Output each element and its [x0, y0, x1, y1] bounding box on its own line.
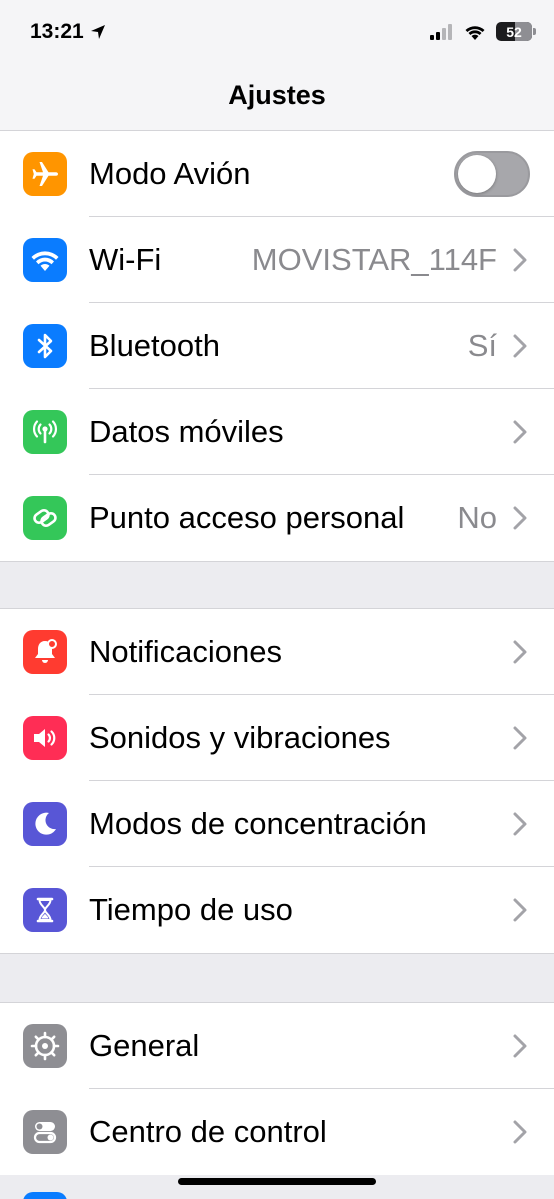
settings-row-label: Centro de control	[89, 1114, 327, 1149]
navigation-bar: Ajustes	[0, 68, 554, 131]
bluetooth-icon	[23, 324, 67, 368]
page-title: Ajustes	[228, 80, 326, 110]
settings-row-general[interactable]: General	[0, 1003, 554, 1089]
settings-row-label: Modo Avión	[89, 156, 251, 191]
chevron-right-icon	[513, 726, 527, 750]
settings-row-airplane[interactable]: Modo Avión	[0, 131, 554, 217]
status-time: 13:21	[30, 20, 84, 43]
settings-row-mobile-data[interactable]: Datos móviles	[0, 389, 554, 475]
moon-icon	[23, 802, 67, 846]
wifi-icon	[23, 238, 67, 282]
wifi-status-icon	[465, 25, 485, 40]
toggle-knob	[458, 155, 496, 193]
settings-row-wifi[interactable]: Wi-Fi MOVISTAR_114F	[0, 217, 554, 303]
gear-icon	[23, 1024, 67, 1068]
settings-row-label: Tiempo de uso	[89, 892, 293, 927]
settings-row-label: General	[89, 1028, 200, 1063]
chevron-right-icon	[513, 898, 527, 922]
bluetooth-value: Sí	[467, 328, 497, 363]
switches-icon	[23, 1110, 67, 1154]
status-bar: 13:21 52	[0, 0, 554, 68]
settings-row-hotspot[interactable]: Punto acceso personal No	[0, 475, 554, 561]
chevron-right-icon	[513, 334, 527, 358]
antenna-icon	[23, 410, 67, 454]
hotspot-value: No	[457, 500, 497, 535]
hotspot-link-icon	[23, 496, 67, 540]
hourglass-icon	[23, 888, 67, 932]
settings-row-notifications[interactable]: Notificaciones	[0, 609, 554, 695]
home-indicator[interactable]	[178, 1178, 376, 1185]
settings-row-screen-time[interactable]: Tiempo de uso	[0, 867, 554, 953]
settings-screen: 13:21 52 Ajustes Modo Avión Wi-Fi MOVIST…	[0, 0, 554, 1199]
cellular-signal-icon	[430, 23, 452, 40]
status-right: 52	[430, 22, 536, 41]
settings-row-control-center[interactable]: Centro de control	[0, 1089, 554, 1175]
connectivity-group: Modo Avión Wi-Fi MOVISTAR_114F Bluetooth…	[0, 130, 554, 562]
settings-row-label: Datos móviles	[89, 414, 284, 449]
settings-row-label: Punto acceso personal	[89, 500, 405, 535]
settings-row-label: Wi-Fi	[89, 242, 162, 277]
settings-row-label: Modos de concentración	[89, 806, 427, 841]
chevron-right-icon	[513, 1034, 527, 1058]
battery-percentage: 52	[506, 23, 522, 40]
settings-row-focus[interactable]: Modos de concentración	[0, 781, 554, 867]
wifi-network-value: MOVISTAR_114F	[251, 242, 497, 277]
chevron-right-icon	[513, 640, 527, 664]
battery-indicator: 52	[496, 22, 536, 41]
chevron-right-icon	[513, 1120, 527, 1144]
general-group: General Centro de control	[0, 1002, 554, 1175]
speaker-icon	[23, 716, 67, 760]
partially-visible-icon	[23, 1192, 67, 1199]
settings-row-label: Sonidos y vibraciones	[89, 720, 391, 755]
chevron-right-icon	[513, 506, 527, 530]
settings-row-bluetooth[interactable]: Bluetooth Sí	[0, 303, 554, 389]
bell-icon	[23, 630, 67, 674]
chevron-right-icon	[513, 420, 527, 444]
settings-row-sounds[interactable]: Sonidos y vibraciones	[0, 695, 554, 781]
status-time-group: 13:21	[30, 20, 106, 44]
airplane-icon	[23, 152, 67, 196]
notifications-group: Notificaciones Sonidos y vibraciones Mod…	[0, 608, 554, 954]
chevron-right-icon	[513, 812, 527, 836]
settings-row-label: Notificaciones	[89, 634, 282, 669]
settings-row-label: Bluetooth	[89, 328, 220, 363]
airplane-mode-toggle[interactable]	[454, 151, 530, 197]
location-arrow-icon	[90, 25, 105, 39]
chevron-right-icon	[513, 248, 527, 272]
